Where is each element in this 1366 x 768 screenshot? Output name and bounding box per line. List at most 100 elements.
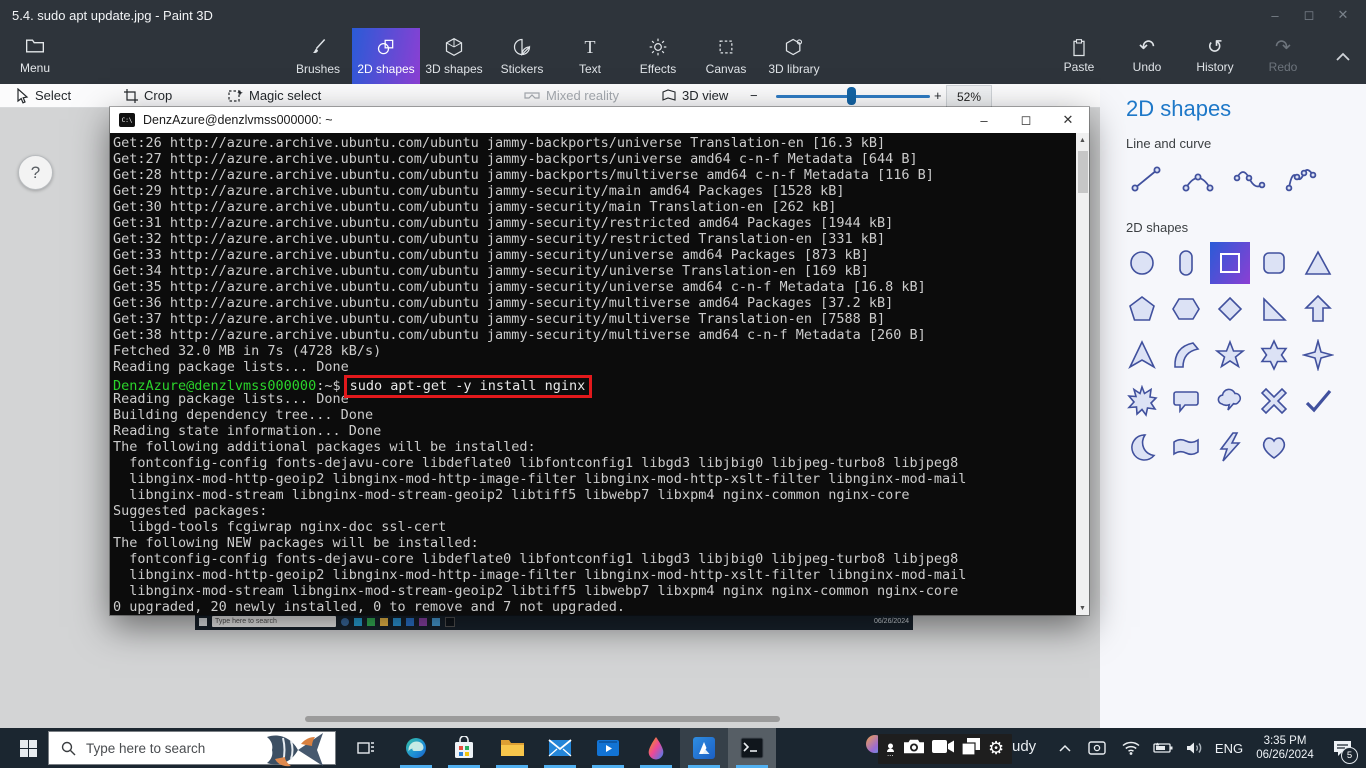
terminal-minimize-button[interactable]: – — [963, 107, 1005, 133]
terminal-line: libnginx-mod-http-geoip2 libnginx-mod-ht… — [113, 567, 967, 583]
shape-five-point-star[interactable] — [1210, 334, 1250, 376]
shape-curved-swoosh[interactable] — [1166, 334, 1206, 376]
3d-view-icon — [662, 89, 676, 101]
terminal-titlebar[interactable]: C:\ DenzAzure@denzlvmss000000: ~ – ◻ ✕ — [110, 107, 1089, 133]
edge-app-button[interactable] — [392, 728, 440, 768]
shape-six-point-star[interactable] — [1254, 334, 1294, 376]
line-tool[interactable] — [1124, 160, 1168, 198]
zoom-in-button[interactable]: + — [934, 84, 942, 107]
select-button[interactable]: Select — [16, 84, 71, 107]
shape-heart[interactable] — [1254, 426, 1294, 468]
shape-crescent[interactable] — [1122, 426, 1162, 468]
maximize-button[interactable]: ◻ — [1292, 4, 1326, 26]
crop-button[interactable]: Crop — [124, 84, 172, 107]
shape-circle[interactable] — [1122, 242, 1162, 284]
canvas-horizontal-scrollbar[interactable] — [305, 716, 780, 722]
screen-record-button[interactable] — [932, 739, 955, 759]
paint3d-header: 5.4. sudo apt update.jpg - Paint 3D – ◻ … — [0, 0, 1366, 84]
paint-app-button[interactable] — [632, 728, 680, 768]
zoom-out-button[interactable]: − — [750, 84, 758, 107]
volume-button[interactable] — [1180, 728, 1210, 768]
tab-3d-shapes[interactable]: 3D shapes — [420, 28, 488, 84]
close-button[interactable]: ✕ — [1326, 4, 1360, 26]
shape-arrowhead[interactable] — [1122, 334, 1162, 376]
language-button[interactable]: ENG — [1208, 728, 1250, 768]
tab-canvas[interactable]: Canvas — [692, 28, 760, 84]
history-button[interactable]: ↺ History — [1181, 28, 1249, 84]
menu-button[interactable]: Menu — [10, 32, 60, 80]
scroll-up-arrow-icon[interactable]: ▲ — [1076, 133, 1089, 147]
tab-effects[interactable]: Effects — [624, 28, 692, 84]
meet-now-button[interactable] — [1082, 728, 1112, 768]
magic-select-button[interactable]: Magic select — [228, 84, 321, 107]
zoom-slider-thumb[interactable] — [847, 87, 856, 105]
tab-stickers[interactable]: Stickers — [488, 28, 556, 84]
redo-button[interactable]: ↷ Redo — [1249, 28, 1317, 84]
tab-label: Canvas — [705, 61, 747, 76]
2d-shapes-icon — [376, 37, 396, 57]
capture-settings-button[interactable]: ⚙ — [988, 739, 1004, 759]
task-view-button[interactable] — [346, 728, 386, 768]
shape-thought-bubble[interactable] — [1210, 380, 1250, 422]
help-button[interactable]: ? — [18, 155, 53, 190]
paint3d-app-button[interactable] — [680, 728, 728, 768]
shape-ellipse[interactable] — [1166, 242, 1206, 284]
tab-2d-shapes[interactable]: 2D shapes — [352, 28, 420, 84]
embedded-search-box: Type here to search — [212, 616, 336, 627]
shape-checkmark[interactable] — [1298, 380, 1338, 422]
shape-lightning[interactable] — [1210, 426, 1250, 468]
terminal-line: Get:34 http://azure.archive.ubuntu.com/u… — [113, 263, 869, 279]
shape-right-triangle[interactable] — [1254, 288, 1294, 330]
paste-button[interactable]: Paste — [1045, 28, 1113, 84]
speaker-icon — [1187, 742, 1202, 754]
clock[interactable]: 3:35 PM 06/26/2024 — [1250, 728, 1320, 768]
copy-layers-button[interactable] — [961, 738, 981, 760]
minimize-button[interactable]: – — [1258, 4, 1292, 26]
tray-expand-button[interactable] — [1052, 728, 1078, 768]
multi-curve-tool[interactable] — [1280, 160, 1324, 198]
mail-app-button[interactable] — [536, 728, 584, 768]
mixed-reality-button[interactable]: Mixed reality — [524, 84, 619, 107]
tab-3d-library[interactable]: 3D library — [760, 28, 828, 84]
scroll-down-arrow-icon[interactable]: ▼ — [1076, 601, 1089, 615]
file-explorer-app-button[interactable] — [488, 728, 536, 768]
shape-diamond[interactable] — [1210, 288, 1250, 330]
embedded-icon — [367, 617, 375, 626]
shape-square-selected[interactable] — [1210, 242, 1250, 284]
store-app-button[interactable] — [440, 728, 488, 768]
shape-banner[interactable] — [1166, 426, 1206, 468]
wifi-button[interactable] — [1116, 728, 1146, 768]
shape-rounded-square[interactable] — [1254, 242, 1294, 284]
terminal-maximize-button[interactable]: ◻ — [1005, 107, 1047, 133]
terminal-scrollbar-thumb[interactable] — [1077, 151, 1088, 193]
3d-view-button[interactable]: 3D view — [662, 84, 728, 107]
terminal-line: libnginx-mod-http-geoip2 libnginx-mod-ht… — [113, 471, 967, 487]
curve-tool[interactable] — [1176, 160, 1220, 198]
shape-pentagon[interactable] — [1122, 288, 1162, 330]
double-curve-tool[interactable] — [1228, 160, 1272, 198]
search-input[interactable]: Type here to search — [48, 731, 336, 767]
start-button[interactable] — [8, 728, 48, 768]
terminal-app-button[interactable] — [728, 728, 776, 768]
question-mark-icon: ? — [30, 162, 41, 182]
shape-arrow-up[interactable] — [1298, 288, 1338, 330]
terminal-close-button[interactable]: ✕ — [1047, 107, 1089, 133]
shape-hexagon[interactable] — [1166, 288, 1206, 330]
capture-more-button[interactable]: ... — [886, 743, 895, 757]
shape-speech-bubble[interactable] — [1166, 380, 1206, 422]
tab-brushes[interactable]: Brushes — [284, 28, 352, 84]
shape-four-point-star[interactable] — [1298, 334, 1338, 376]
undo-button[interactable]: ↶ Undo — [1113, 28, 1181, 84]
shape-burst[interactable] — [1122, 380, 1162, 422]
collapse-ribbon-button[interactable] — [1330, 44, 1356, 68]
terminal-body[interactable]: Get:26 http://azure.archive.ubuntu.com/u… — [110, 133, 1089, 615]
terminal-scrollbar[interactable]: ▲ ▼ — [1076, 133, 1089, 615]
tab-text[interactable]: T Text — [556, 28, 624, 84]
notification-center-button[interactable]: 5 — [1322, 728, 1362, 768]
screenshot-camera-button[interactable] — [903, 738, 925, 761]
shape-triangle[interactable] — [1298, 242, 1338, 284]
line-curve-tools — [1124, 160, 1324, 198]
movies-tv-app-button[interactable] — [584, 728, 632, 768]
shape-cross[interactable] — [1254, 380, 1294, 422]
battery-button[interactable] — [1148, 728, 1178, 768]
